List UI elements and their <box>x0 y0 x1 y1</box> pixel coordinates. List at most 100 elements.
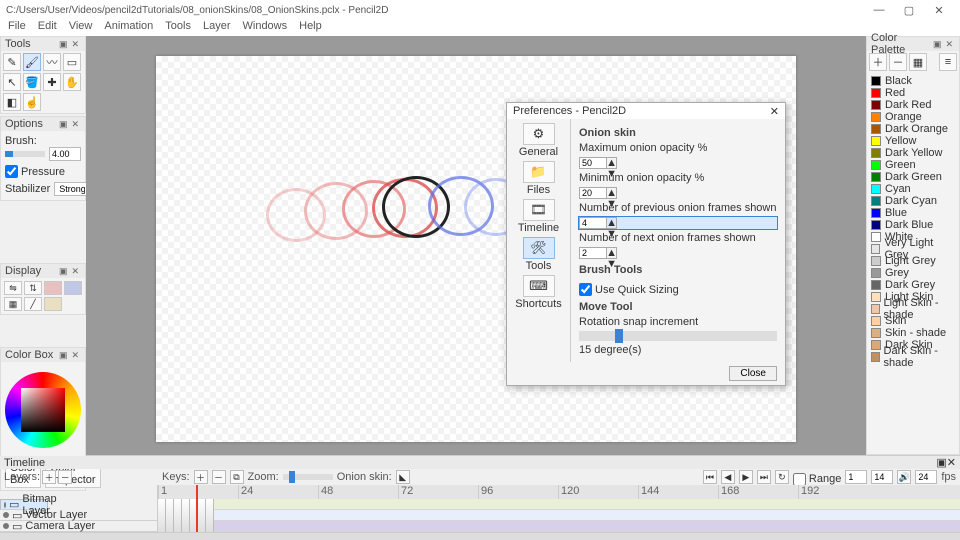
swatch-row[interactable]: Orange <box>871 111 955 123</box>
range-start-input[interactable] <box>845 470 867 484</box>
swatch-row[interactable]: Dark Yellow <box>871 147 955 159</box>
next-onion-toggle[interactable] <box>64 281 82 295</box>
play-back-button[interactable]: ◀ <box>721 470 735 484</box>
range-checkbox[interactable]: Range <box>793 473 841 486</box>
select-tool[interactable]: ▭ <box>63 53 81 71</box>
menu-tools[interactable]: Tools <box>165 20 191 36</box>
close-button[interactable]: ✕ <box>924 4 954 17</box>
hand-tool[interactable]: ✋ <box>63 73 81 91</box>
close-button[interactable]: Close <box>729 366 777 381</box>
swatch-row[interactable]: Dark Orange <box>871 123 955 135</box>
grid-button[interactable]: ▦ <box>4 297 22 311</box>
palette-menu-button[interactable]: ≡ <box>939 53 957 71</box>
brush-tool[interactable]: 🖌 <box>23 53 41 71</box>
mirror-v-button[interactable]: ⇅ <box>24 281 42 295</box>
add-key-button[interactable]: ＋ <box>194 470 208 484</box>
visibility-dot[interactable] <box>3 523 9 529</box>
swatch-row[interactable]: Dark Grey <box>871 279 955 291</box>
undock-icon[interactable]: ▣ <box>57 266 70 277</box>
timeline-scrollbar[interactable] <box>0 532 960 540</box>
keyframes[interactable] <box>158 499 214 532</box>
close-icon[interactable]: ✕ <box>69 266 81 277</box>
first-frame-button[interactable]: ⏮ <box>703 470 717 484</box>
undock-icon[interactable]: ▣ <box>57 350 70 361</box>
undock-icon[interactable]: ▣ <box>57 39 70 50</box>
menu-layer[interactable]: Layer <box>203 20 231 36</box>
close-icon[interactable]: ✕ <box>69 39 81 50</box>
maximize-button[interactable]: ▢ <box>894 4 924 17</box>
track-camera[interactable] <box>158 521 960 532</box>
close-icon[interactable]: ✕ <box>947 456 956 469</box>
prev-onion-toggle[interactable] <box>44 281 62 295</box>
menu-windows[interactable]: Windows <box>243 20 288 36</box>
playhead[interactable] <box>196 485 198 532</box>
max-opacity-spinner[interactable]: ▲▼ <box>579 157 777 169</box>
timeline-zoom-slider[interactable] <box>283 474 333 480</box>
next-frames-spinner[interactable]: ▲▼ <box>579 247 777 259</box>
pref-cat-shortcuts[interactable]: ⌨Shortcuts <box>516 275 562 310</box>
remove-key-button[interactable]: － <box>212 470 226 484</box>
onion-toggle-button[interactable]: ◣ <box>396 470 410 484</box>
swatch-row[interactable]: Grey <box>871 267 955 279</box>
menu-view[interactable]: View <box>69 20 93 36</box>
swatch-row[interactable]: Green <box>871 159 955 171</box>
palette-grid-button[interactable]: ▦ <box>909 53 927 71</box>
minimize-button[interactable]: — <box>864 4 894 16</box>
swatch-row[interactable]: Dark Blue <box>871 219 955 231</box>
close-icon[interactable]: ✕ <box>69 350 81 361</box>
swatch-row[interactable]: Cyan <box>871 183 955 195</box>
layer-row[interactable]: ▭Camera Layer <box>0 521 157 532</box>
range-end-input[interactable] <box>871 470 893 484</box>
brush-size-slider[interactable] <box>5 151 45 157</box>
swatch-row[interactable]: Dark Skin - shade <box>871 351 955 363</box>
color-wheel[interactable] <box>5 372 81 448</box>
menu-animation[interactable]: Animation <box>104 20 153 36</box>
polyline-tool[interactable]: 〰 <box>43 53 61 71</box>
menu-edit[interactable]: Edit <box>38 20 57 36</box>
eyedropper-tool[interactable]: ✚ <box>43 73 61 91</box>
undock-icon[interactable]: ▣ <box>57 119 70 130</box>
sound-button[interactable]: 🔊 <box>897 470 911 484</box>
quick-sizing-checkbox[interactable]: Use Quick Sizing <box>579 283 777 296</box>
pref-cat-general[interactable]: ⚙General <box>516 123 562 158</box>
duplicate-key-button[interactable]: ⧉ <box>230 470 244 484</box>
onion-blue-toggle[interactable] <box>44 297 62 311</box>
loop-button[interactable]: ↻ <box>775 470 789 484</box>
remove-layer-button[interactable]: － <box>58 470 72 484</box>
visibility-dot[interactable] <box>4 502 6 508</box>
swatch-row[interactable]: Yellow <box>871 135 955 147</box>
swatch-row[interactable]: Blue <box>871 207 955 219</box>
add-layer-button[interactable]: ＋ <box>42 470 56 484</box>
dialog-close-icon[interactable]: ✕ <box>770 105 779 118</box>
swatch-row[interactable]: Very Light Grey <box>871 243 955 255</box>
add-swatch-button[interactable]: ＋ <box>869 53 887 71</box>
thin-lines-button[interactable]: ╱ <box>24 297 42 311</box>
pressure-checkbox[interactable]: Pressure <box>5 165 81 178</box>
swatch-row[interactable]: Light Skin - shade <box>871 303 955 315</box>
pref-cat-files[interactable]: 📁Files <box>516 161 562 196</box>
undock-icon[interactable]: ▣ <box>931 39 944 50</box>
swatch-row[interactable]: Dark Green <box>871 171 955 183</box>
prev-frames-spinner[interactable]: ▲▼ <box>579 217 777 229</box>
swatch-row[interactable]: Black <box>871 75 955 87</box>
eraser-tool[interactable]: ◧ <box>3 93 21 111</box>
pref-cat-timeline[interactable]: 🎞Timeline <box>516 199 562 234</box>
close-icon[interactable]: ✕ <box>943 39 955 50</box>
timeline-ruler[interactable]: 124487296120144168192 <box>158 485 960 499</box>
arrow-tool[interactable]: ↖ <box>3 73 21 91</box>
brush-size-input[interactable] <box>49 147 81 161</box>
rotation-snap-slider[interactable] <box>579 331 777 341</box>
min-opacity-spinner[interactable]: ▲▼ <box>579 187 777 199</box>
visibility-dot[interactable] <box>3 512 9 518</box>
last-frame-button[interactable]: ⏭ <box>757 470 771 484</box>
swatch-row[interactable]: Dark Red <box>871 99 955 111</box>
bucket-tool[interactable]: 🪣 <box>23 73 41 91</box>
swatch-row[interactable]: Skin - shade <box>871 327 955 339</box>
canvas-area[interactable]: Preferences - Pencil2D✕ ⚙General📁Files🎞T… <box>86 36 866 455</box>
menu-help[interactable]: Help <box>299 20 322 36</box>
swatch-row[interactable]: Dark Cyan <box>871 195 955 207</box>
menu-file[interactable]: File <box>8 20 26 36</box>
track-vector[interactable] <box>158 510 960 521</box>
remove-swatch-button[interactable]: － <box>889 53 907 71</box>
swatch-row[interactable]: Red <box>871 87 955 99</box>
